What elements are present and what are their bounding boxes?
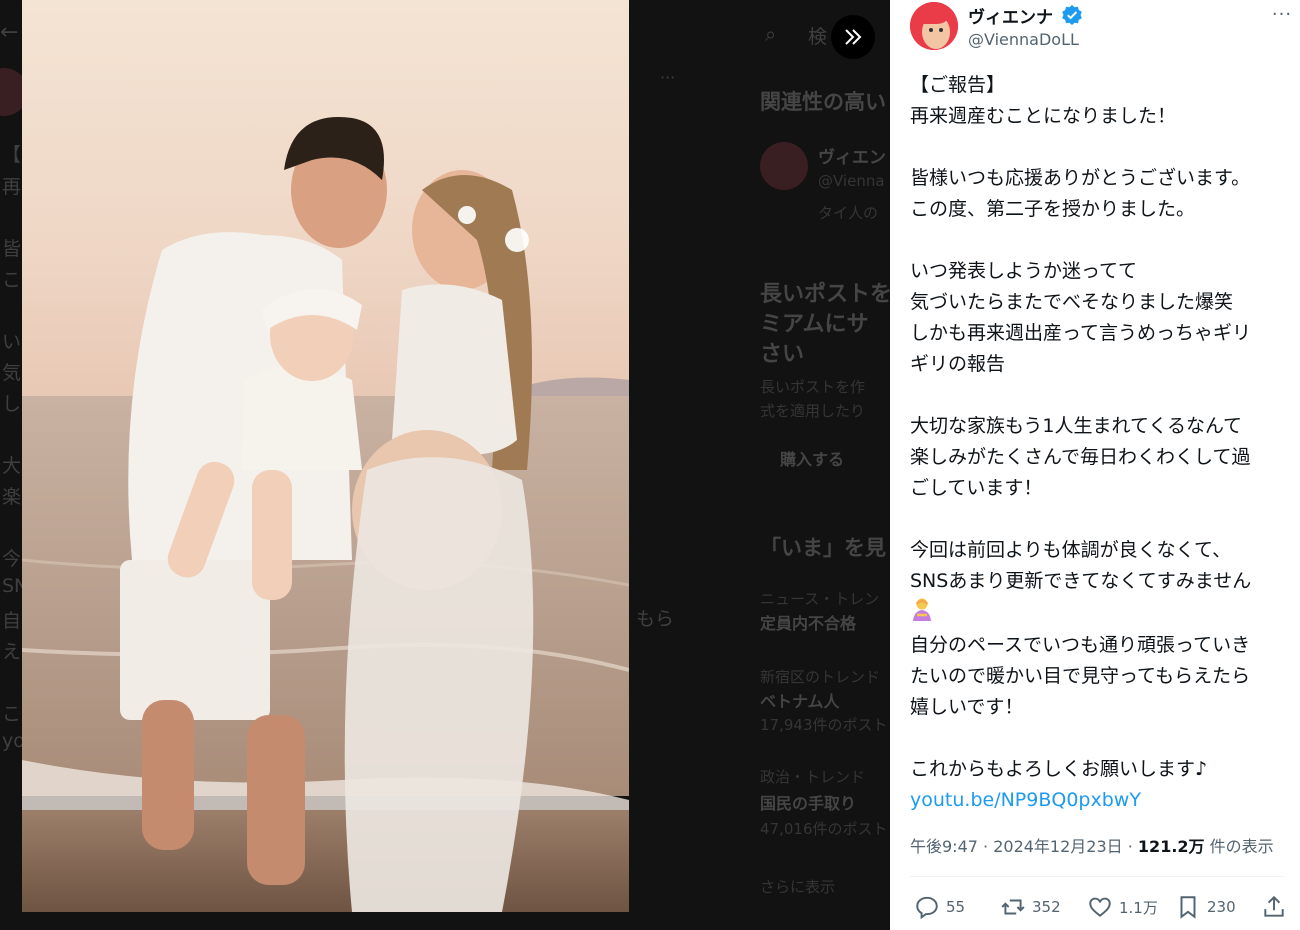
background-text: 自 xyxy=(2,610,22,632)
background-search-input: 検 xyxy=(808,26,828,48)
tweet-date[interactable]: 2024年12月23日 xyxy=(993,837,1122,856)
media-photo[interactable] xyxy=(22,0,629,912)
background-trend-title: 国民の手取り xyxy=(760,794,857,813)
background-text: い xyxy=(2,331,22,353)
background-buy-button: 購入する xyxy=(780,450,845,469)
tweet-line: これからもよろしくお願いします♪ xyxy=(910,758,1208,780)
bookmark-icon xyxy=(1180,896,1196,919)
background-text: 皆 xyxy=(2,238,22,260)
background-text: え xyxy=(2,641,22,663)
background-text: もら xyxy=(636,608,675,630)
tweet-line: しかも再来週出産って言うめっちゃギリ xyxy=(910,322,1252,344)
reply-count: 55 xyxy=(946,898,966,916)
background-related-avatar xyxy=(760,142,808,190)
background-text: 【 xyxy=(2,144,22,166)
tweet-line xyxy=(910,597,1294,630)
background-text: こ xyxy=(2,703,22,725)
background-trend-context: ニュース・トレン xyxy=(760,590,880,608)
double-chevron-right-icon xyxy=(845,29,862,45)
avatar[interactable] xyxy=(910,2,958,50)
background-premium-heading: さい xyxy=(760,342,805,367)
repost-icon xyxy=(1001,899,1025,915)
tweet-line: 嬉しいです！ xyxy=(910,696,1024,718)
collapse-sidebar-button[interactable] xyxy=(831,15,875,59)
share-icon xyxy=(1264,895,1284,917)
background-premium-text: 長いポストを作 xyxy=(760,378,866,396)
background-trend-count: 17,943件のポスト xyxy=(760,716,888,734)
background-text: 大 xyxy=(2,455,22,477)
background-related-handle: @Vienna xyxy=(818,172,885,190)
background-trend-title: ベトナム人 xyxy=(760,692,840,711)
family-beach-photo xyxy=(22,0,629,912)
background-related-heading: 関連性の高い xyxy=(760,90,886,114)
tweet-line: 楽しみがたくさんで毎日わくわくして過 xyxy=(910,446,1251,468)
like-count: 1.1万 xyxy=(1119,898,1158,917)
tweet-line: 【ご報告】 xyxy=(910,74,1006,96)
background-text: こ xyxy=(2,269,22,291)
background-text: 今 xyxy=(2,548,22,570)
reply-icon xyxy=(916,896,938,920)
background-show-more: さらに表示 xyxy=(760,878,836,896)
background-related-text: タイ人の xyxy=(818,204,879,222)
tweet-line: ごしています！ xyxy=(910,477,1043,499)
meta-separator: · xyxy=(983,837,994,856)
heart-icon xyxy=(1089,897,1111,917)
bookmark-count: 230 xyxy=(1207,898,1236,916)
display-name[interactable]: ヴィエンナ xyxy=(968,3,1053,28)
tweet-line: たいので暖かい目で見守ってもらえたら xyxy=(910,665,1251,687)
user-handle[interactable]: @ViennaDoLL xyxy=(968,30,1079,49)
repost-count: 352 xyxy=(1032,898,1061,916)
tweet-line: 皆様いつも応援ありがとうございます。 xyxy=(910,167,1251,189)
tweet-line: 大切な家族もう1人生まれてくるなんて xyxy=(910,415,1243,437)
view-count: 121.2万 xyxy=(1137,837,1205,856)
tweet-panel: ヴィエンナ @ViennaDoLL ··· 【ご報告】 再来週産むことになりまし… xyxy=(890,0,1300,930)
background-trend-count: 47,016件のポスト xyxy=(760,820,888,838)
background-premium-heading: ミアムにサ xyxy=(760,312,869,337)
background-premium-heading: 長いポストを xyxy=(760,282,890,307)
tweet-line: いつ発表しようか迷ってて xyxy=(910,260,1138,282)
background-trend-title: 定員内不合格 xyxy=(760,614,857,633)
tweet-line: ギリの報告 xyxy=(910,353,1006,375)
divider xyxy=(910,876,1285,877)
tweet-line: 気づいたらまたでべそなりました爆笑 xyxy=(910,291,1234,313)
background-trend-context: 政治・トレンド xyxy=(760,768,866,786)
avatar-image xyxy=(910,2,958,50)
back-arrow-icon: ← xyxy=(0,20,19,45)
tweet-body: 【ご報告】 再来週産むことになりました！ 皆様いつも応援ありがとうございます。 … xyxy=(910,70,1294,816)
background-text: 再 xyxy=(2,176,22,198)
background-text: 気 xyxy=(2,362,22,384)
tweet-line: 自分のペースでいつも通り頑張っていき xyxy=(910,634,1251,656)
meta-separator: · xyxy=(1127,837,1138,856)
like-button[interactable]: 1.1万 xyxy=(1087,890,1158,924)
background-text: し xyxy=(2,393,22,415)
bookmark-button[interactable]: 230 xyxy=(1175,890,1236,924)
reply-button[interactable]: 55 xyxy=(914,890,965,924)
tweet-time[interactable]: 午後9:47 xyxy=(910,837,978,856)
background-related-name: ヴィエン xyxy=(818,148,886,168)
background-more-icon: ··· xyxy=(660,68,676,87)
more-options-icon[interactable]: ··· xyxy=(1270,4,1294,25)
tweet-line: SNSあまり更新できてなくてすみません xyxy=(910,570,1252,592)
youtube-link[interactable]: youtu.be/NP9BQ0pxbwY xyxy=(910,789,1141,811)
tweet-line: この度、第二子を授かりました。 xyxy=(910,198,1196,220)
share-button[interactable] xyxy=(1261,890,1293,924)
background-premium-text: 式を適用したり xyxy=(760,402,866,420)
verified-badge-icon xyxy=(1062,5,1082,25)
background-text: 楽 xyxy=(2,486,22,508)
tweet-line: 再来週産むことになりました！ xyxy=(910,105,1177,127)
repost-button[interactable]: 352 xyxy=(1000,890,1061,924)
tweet-metadata: 午後9:47 · 2024年12月23日 · 121.2万 件の表示 xyxy=(910,833,1274,857)
woman-bowing-emoji-icon xyxy=(913,598,931,621)
tweet-line: 今回は前回よりも体調が良くなくて、 xyxy=(910,539,1232,561)
view-count-label: 件の表示 xyxy=(1209,837,1274,856)
background-trends-heading: 「いま」を見 xyxy=(760,536,886,560)
background-trend-context: 新宿区のトレンド xyxy=(760,668,881,686)
background-search-icon: ⌕ xyxy=(765,22,777,46)
